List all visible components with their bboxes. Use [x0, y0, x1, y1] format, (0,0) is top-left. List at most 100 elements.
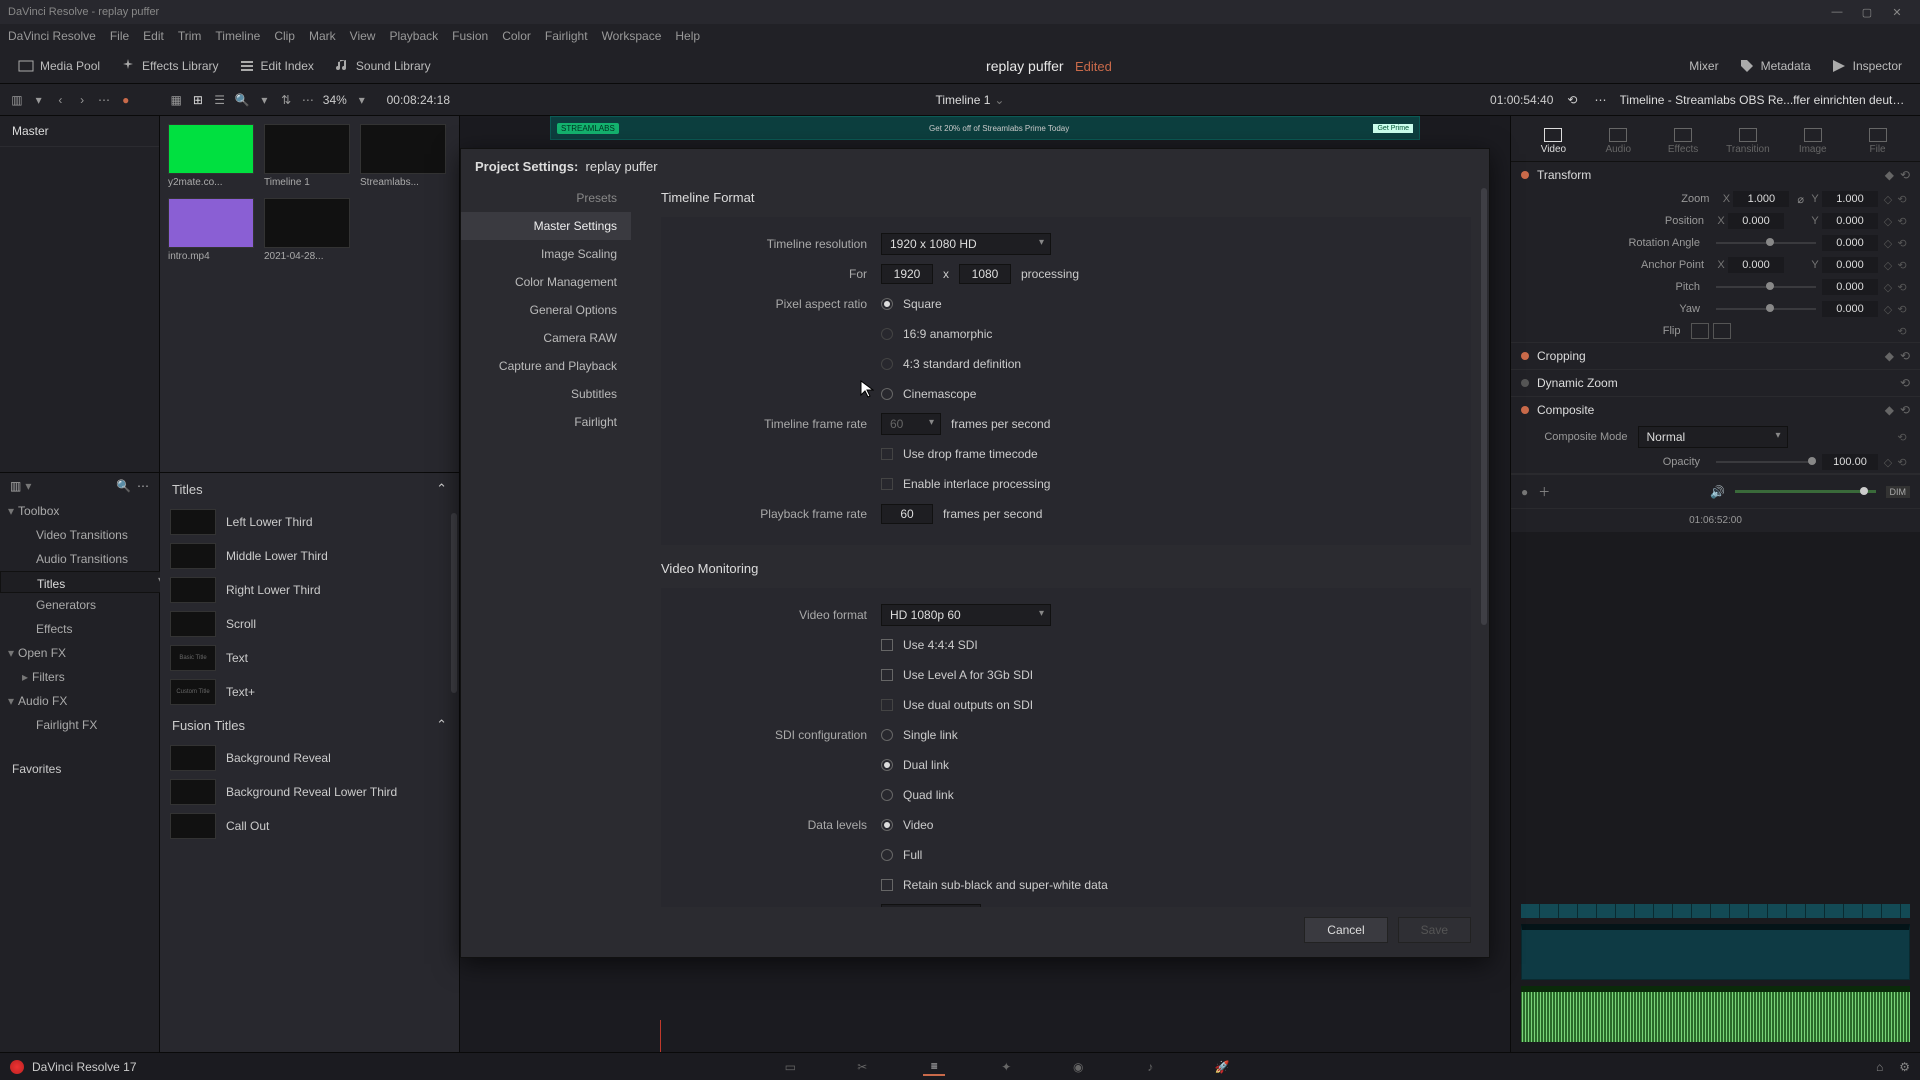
add-keyframe-icon[interactable]: ＋ [1538, 483, 1550, 500]
loop-icon[interactable]: ⟲ [1563, 90, 1581, 110]
metadata-toggle[interactable]: Metadata [1729, 48, 1821, 84]
cat-color-management[interactable]: Color Management [461, 268, 631, 296]
use-444-checkbox[interactable] [881, 639, 893, 651]
title-item[interactable]: Background Reveal Lower Third [160, 775, 459, 809]
clip-thumb[interactable]: Streamlabs... [360, 124, 446, 188]
menu-item[interactable]: Edit [143, 29, 164, 43]
keyframe-icon[interactable]: ◆ [1885, 349, 1894, 363]
zoom-y-input[interactable]: 1.000 [1822, 191, 1878, 207]
chevron-down-icon[interactable]: ▾ [32, 90, 46, 110]
page-media[interactable]: ▭ [779, 1058, 801, 1076]
page-edit[interactable]: ≡ [923, 1058, 945, 1076]
resolution-select[interactable]: 1920 x 1080 HD [881, 233, 1051, 255]
volume-slider[interactable] [1735, 490, 1875, 493]
level-a-checkbox[interactable] [881, 669, 893, 681]
keyframe-icon[interactable]: ◇ [1882, 237, 1894, 250]
keyframe-icon[interactable]: ◇ [1882, 281, 1894, 294]
panel-view-icon[interactable]: ▥ [10, 479, 21, 493]
nav-fwd-icon[interactable]: › [75, 90, 89, 110]
bin-view-icon[interactable]: ▥ [10, 90, 24, 110]
par-cine-radio[interactable] [881, 388, 893, 400]
chevron-up-icon[interactable]: ⌃ [436, 481, 447, 497]
keyframe-icon[interactable]: ◇ [1882, 259, 1894, 272]
reset-icon[interactable]: ⟲ [1900, 376, 1910, 390]
sdi-quad-radio[interactable] [881, 789, 893, 801]
rotation-slider[interactable] [1716, 242, 1816, 244]
titles-category-header[interactable]: Titles⌃ [160, 473, 459, 505]
cat-master-settings[interactable]: Master Settings [461, 212, 631, 240]
menu-item[interactable]: File [110, 29, 129, 43]
opacity-input[interactable]: 100.00 [1822, 454, 1878, 470]
keyframe-icon[interactable]: ◇ [1882, 215, 1894, 228]
tab-audio[interactable]: Audio [1586, 122, 1651, 161]
dot-icon[interactable]: ● [119, 90, 133, 110]
levels-video-radio[interactable] [881, 819, 893, 831]
reset-icon[interactable]: ⟲ [1900, 403, 1910, 417]
tree-video-transitions[interactable]: Video Transitions [0, 523, 159, 547]
page-cut[interactable]: ✂ [851, 1058, 873, 1076]
reset-icon[interactable]: ⟲ [1894, 259, 1910, 272]
menu-item[interactable]: Timeline [215, 29, 260, 43]
rotation-input[interactable]: 0.000 [1822, 235, 1878, 251]
opacity-slider[interactable] [1716, 461, 1816, 463]
tree-openfx[interactable]: Open FX [0, 641, 159, 665]
maximize-button[interactable]: ▢ [1852, 6, 1882, 19]
title-item[interactable]: Left Lower Third [160, 505, 459, 539]
menu-item[interactable]: View [350, 29, 376, 43]
chevron-down-icon[interactable]: ▾ [25, 479, 31, 493]
section-composite[interactable]: Composite◆⟲ [1511, 397, 1920, 423]
chevron-down-icon[interactable]: ⌄ [994, 93, 1004, 107]
gear-icon[interactable]: ⚙ [1899, 1060, 1910, 1074]
menu-item[interactable]: Playback [389, 29, 438, 43]
menu-item[interactable]: Workspace [602, 29, 662, 43]
reset-icon[interactable]: ⟲ [1900, 349, 1910, 363]
tree-toolbox[interactable]: Toolbox [0, 499, 159, 523]
clip-thumb[interactable]: Timeline 1 [264, 124, 350, 188]
section-dynamic-zoom[interactable]: Dynamic Zoom⟲ [1511, 370, 1920, 396]
reset-icon[interactable]: ⟲ [1894, 431, 1910, 444]
enable-dot-icon[interactable] [1521, 379, 1529, 387]
levels-full-radio[interactable] [881, 849, 893, 861]
bitdepth-select[interactable]: 10 bit [881, 904, 981, 907]
cat-fairlight[interactable]: Fairlight [461, 408, 631, 436]
zoom-percent[interactable]: 34% [323, 93, 347, 107]
more-icon[interactable]: ⋯ [301, 90, 315, 110]
tree-effects[interactable]: Effects [0, 617, 159, 641]
page-color[interactable]: ◉ [1067, 1058, 1089, 1076]
sdi-single-radio[interactable] [881, 729, 893, 741]
list-view-icon[interactable]: ☰ [213, 90, 227, 110]
nav-back-icon[interactable]: ‹ [54, 90, 68, 110]
anchor-x-input[interactable]: 0.000 [1728, 257, 1784, 273]
keyframe-dot-icon[interactable]: ● [1521, 485, 1528, 499]
cat-general-options[interactable]: General Options [461, 296, 631, 324]
enable-dot-icon[interactable] [1521, 406, 1529, 414]
par-square-radio[interactable] [881, 298, 893, 310]
tab-effects[interactable]: Effects [1651, 122, 1716, 161]
tree-titles[interactable]: Titles [0, 571, 170, 593]
chevron-down-icon[interactable]: ▾ [355, 90, 369, 110]
reset-icon[interactable]: ⟲ [1894, 215, 1910, 228]
cat-camera-raw[interactable]: Camera RAW [461, 324, 631, 352]
tab-file[interactable]: File [1845, 122, 1910, 161]
pitch-slider[interactable] [1716, 286, 1816, 288]
menu-item[interactable]: Clip [274, 29, 295, 43]
page-fusion[interactable]: ✦ [995, 1058, 1017, 1076]
bin-master[interactable]: Master [0, 116, 159, 147]
clip-thumb[interactable]: 2021-04-28... [264, 198, 350, 262]
yaw-slider[interactable] [1716, 308, 1816, 310]
page-fairlight[interactable]: ♪ [1139, 1058, 1161, 1076]
mixer-toggle[interactable]: Mixer [1657, 48, 1728, 84]
clip-thumb[interactable]: y2mate.co... [168, 124, 254, 188]
pitch-input[interactable]: 0.000 [1822, 279, 1878, 295]
reset-icon[interactable]: ⟲ [1894, 456, 1910, 469]
reset-icon[interactable]: ⟲ [1894, 281, 1910, 294]
clip-thumb[interactable]: intro.mp4 [168, 198, 254, 262]
tree-audiofx[interactable]: Audio FX [0, 689, 159, 713]
flip-h-button[interactable] [1691, 323, 1709, 339]
title-item[interactable]: Background Reveal [160, 741, 459, 775]
cancel-button[interactable]: Cancel [1304, 917, 1387, 943]
enable-dot-icon[interactable] [1521, 352, 1529, 360]
sdi-dual-radio[interactable] [881, 759, 893, 771]
tree-generators[interactable]: Generators [0, 593, 159, 617]
inspector-toggle[interactable]: Inspector [1821, 48, 1912, 84]
